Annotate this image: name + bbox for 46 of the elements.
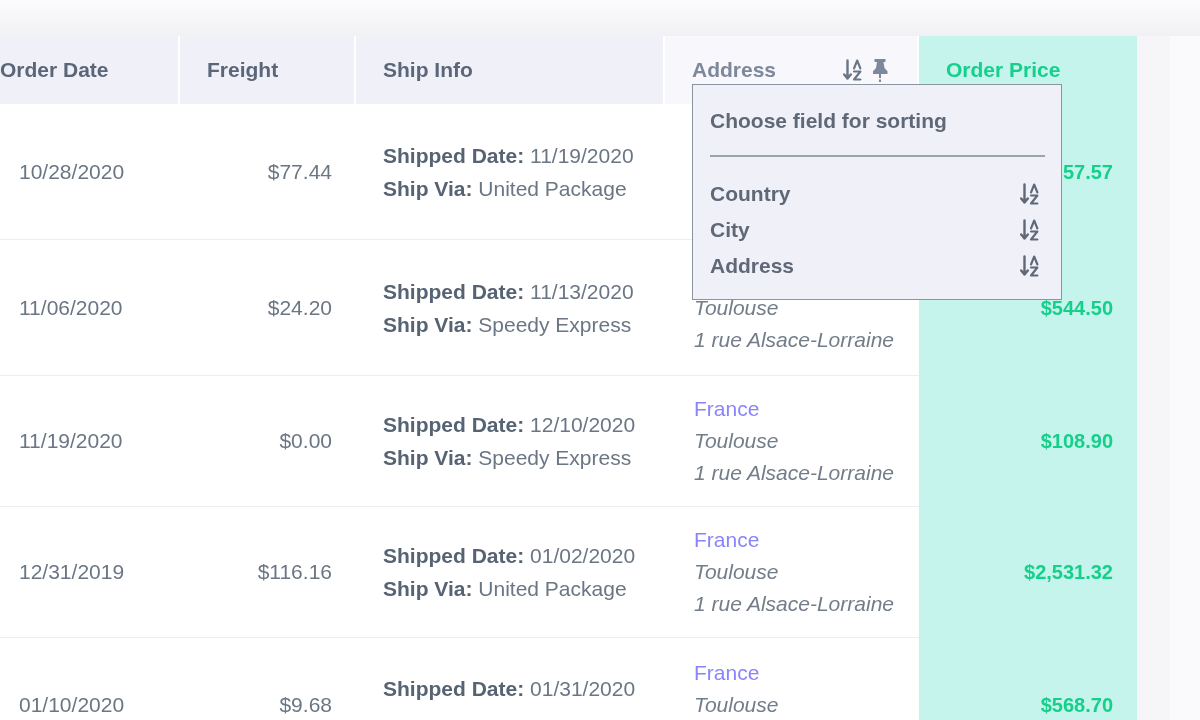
freight-amount: $9.68	[279, 692, 332, 717]
freight-amount: $116.16	[257, 560, 332, 584]
menu-item[interactable]: Country	[710, 176, 1040, 212]
street-text: 1 rue Alsace-Lorraine	[694, 592, 894, 615]
ship-info-line: Shipped Date: 01/31/2020	[383, 675, 636, 702]
street-text: 1 rue Alsace-Lorraine	[694, 461, 894, 484]
ship-info-line: Ship Via: Speedy Express	[383, 445, 633, 471]
freight-amount: $24.20	[267, 295, 332, 320]
ship-info-line: Ship Via: Speedy Express	[383, 311, 633, 338]
street-text: 1 rue Alsace-Lorraine	[694, 327, 894, 351]
sort-icon[interactable]	[1020, 183, 1040, 205]
sort-icon[interactable]	[843, 59, 863, 81]
order-date: 12/31/2019	[19, 560, 125, 584]
menu-item[interactable]: Address	[710, 248, 1040, 284]
city-text: Toulouse	[694, 560, 779, 583]
order-price: $544.50	[1040, 296, 1113, 320]
city-text: Toulouse	[694, 295, 779, 319]
order-date: 11/06/2020	[19, 295, 123, 320]
order-price: $2,531.32	[1024, 561, 1113, 584]
ship-info-line: Shipped Date: 12/10/2020	[383, 412, 636, 438]
order-price: $108.90	[1040, 430, 1113, 453]
sort-icon[interactable]	[1020, 255, 1040, 277]
city-text: Toulouse	[694, 692, 779, 716]
order-price: $568.70	[1040, 693, 1113, 717]
column-header[interactable]: Order Date	[0, 36, 180, 104]
order-date: 11/19/2020	[19, 429, 123, 453]
pin-icon[interactable]	[872, 58, 888, 82]
order-price: 57.57	[1062, 160, 1113, 184]
country-link[interactable]: France	[694, 528, 760, 551]
freight-amount: $77.44	[267, 159, 332, 184]
city-text: Toulouse	[694, 429, 779, 452]
ship-info-line: Shipped Date: 11/13/2020	[383, 278, 634, 305]
menu-title: Choose field for sorting	[710, 108, 948, 134]
order-date: 10/28/2020	[19, 159, 125, 184]
freight-amount: $0.00	[279, 429, 332, 453]
country-link[interactable]: France	[694, 397, 760, 420]
ship-info-line: Shipped Date: 01/02/2020	[383, 543, 636, 569]
country-link[interactable]: France	[694, 660, 760, 684]
order-date: 01/10/2020	[19, 692, 125, 717]
column-header[interactable]: Ship Info	[356, 36, 665, 104]
ship-info-line: Ship Via: United Package	[383, 175, 628, 202]
ship-info-line: Ship Via: United Package	[383, 576, 628, 602]
sort-icon[interactable]	[1020, 219, 1040, 241]
ship-info-line: Shipped Date: 11/19/2020	[383, 142, 634, 169]
column-header[interactable]: Freight	[180, 36, 356, 104]
menu-item[interactable]: City	[710, 212, 1040, 248]
